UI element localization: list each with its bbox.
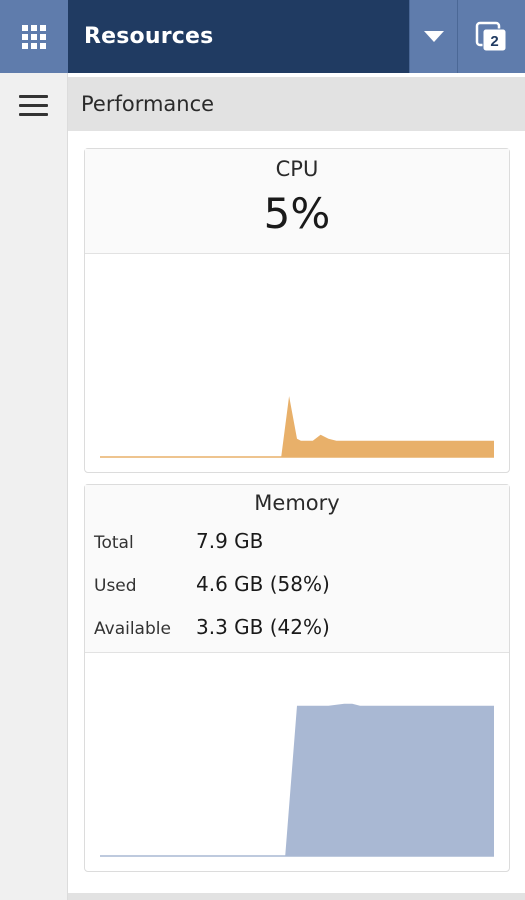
apps-button[interactable] <box>0 0 68 73</box>
windows-button[interactable]: 2 <box>457 0 525 73</box>
memory-card-header: Memory Total 7.9 GB Used 4.6 GB (58%) Av… <box>85 485 509 653</box>
windows-stack-icon: 2 <box>475 21 506 51</box>
cpu-card: CPU 5% <box>84 148 510 473</box>
memory-value: 3.3 GB (42%) <box>196 615 330 639</box>
section-title: Performance <box>81 92 215 116</box>
cpu-series-area <box>100 396 494 457</box>
memory-value: 4.6 GB (58%) <box>196 572 330 596</box>
hamburger-menu-icon[interactable] <box>19 95 49 117</box>
memory-label: Used <box>94 576 137 596</box>
window-count-badge: 2 <box>490 33 498 50</box>
left-rail <box>0 73 68 900</box>
cpu-title: CPU <box>275 157 319 181</box>
memory-chart <box>100 703 494 857</box>
memory-title: Memory <box>254 491 340 515</box>
memory-value: 7.9 GB <box>196 529 264 553</box>
memory-label: Total <box>94 533 134 553</box>
memory-row-used: Used 4.6 GB (58%) <box>94 572 330 596</box>
cpu-card-header: CPU 5% <box>85 149 509 254</box>
cpu-chart <box>100 396 494 458</box>
dropdown-button[interactable] <box>409 0 457 73</box>
title-area: Resources <box>68 0 409 73</box>
grid-icon <box>22 24 46 49</box>
memory-label: Available <box>94 619 171 639</box>
memory-series-area <box>100 703 494 856</box>
memory-row-available: Available 3.3 GB (42%) <box>94 615 330 639</box>
top-bar: Resources 2 <box>0 0 525 73</box>
memory-card: Memory Total 7.9 GB Used 4.6 GB (58%) Av… <box>84 484 510 872</box>
memory-row-total: Total 7.9 GB <box>94 529 263 553</box>
app-title: Resources <box>84 24 214 49</box>
triangle-down-icon <box>423 30 444 42</box>
cpu-value: 5% <box>263 189 331 238</box>
bottom-strip <box>68 893 525 900</box>
section-header: Performance <box>68 77 525 131</box>
